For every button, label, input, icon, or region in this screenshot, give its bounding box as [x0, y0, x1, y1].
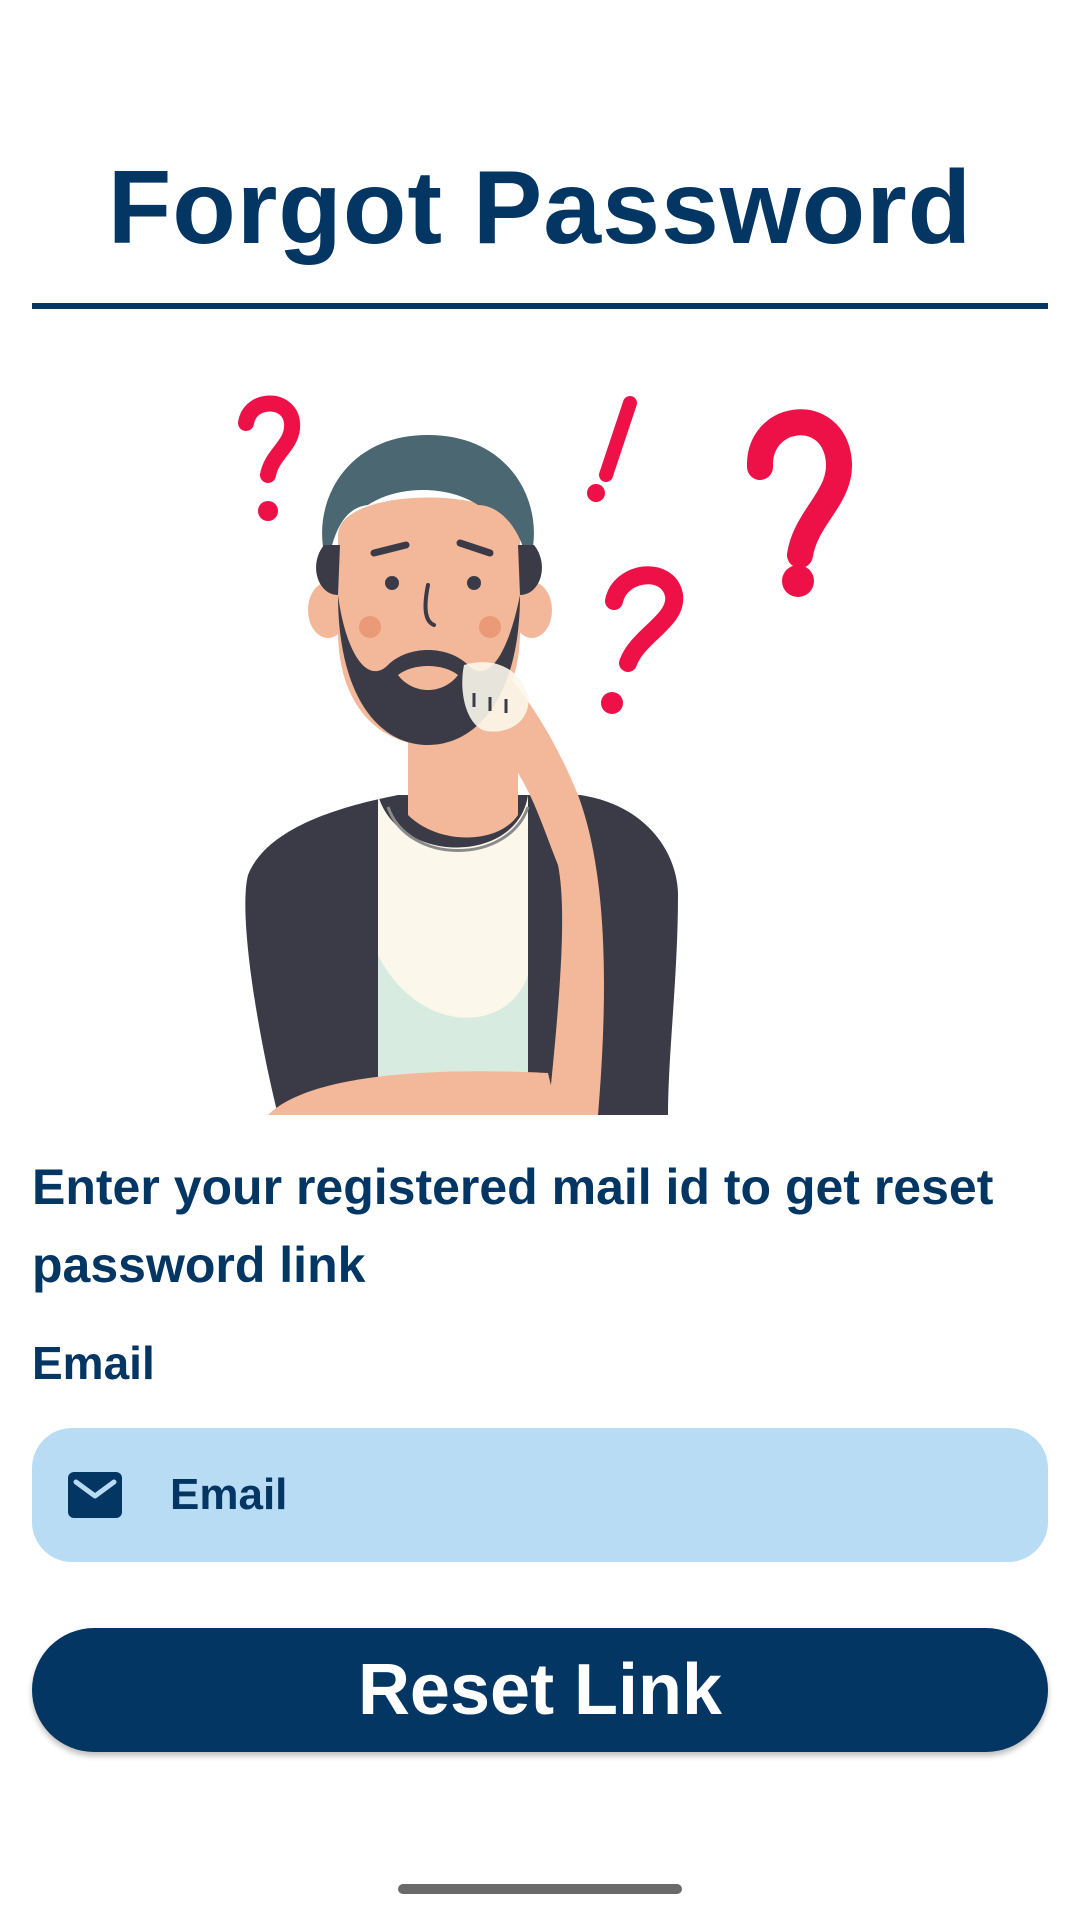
email-label: Email: [32, 1337, 155, 1389]
question-mark-icon: [605, 566, 684, 672]
home-indicator[interactable]: [398, 1884, 682, 1894]
question-mark-dot: [258, 501, 278, 521]
instructions-text: Enter your registered mail id to get res…: [32, 1159, 994, 1293]
mail-icon: [68, 1472, 122, 1518]
email-input[interactable]: [170, 1458, 1010, 1532]
exclamation-icon: [587, 396, 637, 502]
question-mark-icon: [747, 409, 853, 568]
title-divider: [32, 303, 1048, 309]
email-field[interactable]: [32, 1428, 1048, 1562]
reset-link-button[interactable]: Reset Link: [32, 1628, 1048, 1752]
question-mark-dot: [601, 692, 623, 714]
page-title: Forgot Password: [107, 150, 973, 266]
question-mark-icon: [238, 395, 301, 483]
confused-man-illustration: [238, 395, 853, 1115]
question-mark-dot: [782, 565, 814, 597]
